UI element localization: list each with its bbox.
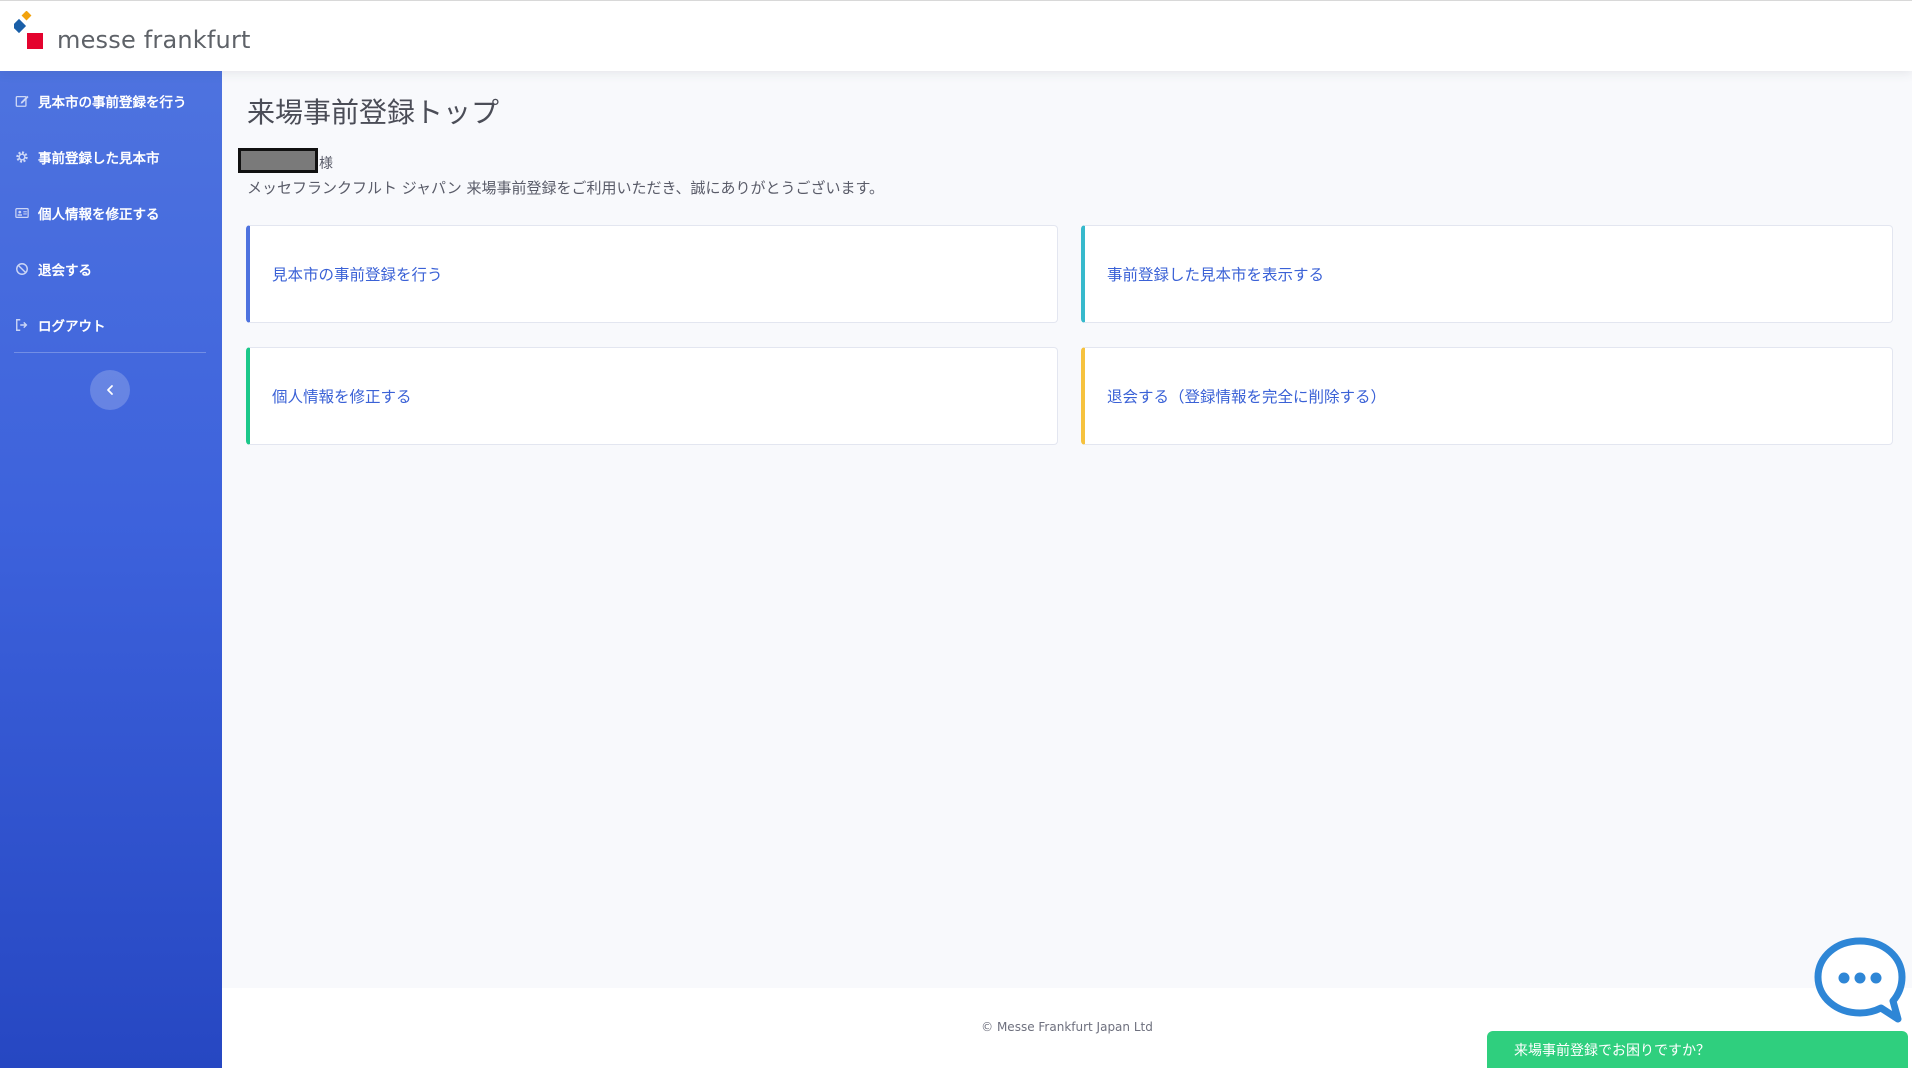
sidebar-item-event-registration[interactable]: 見本市の事前登録を行う	[0, 76, 222, 126]
sidebar-item-label: 個人情報を修正する	[38, 207, 160, 223]
id-card-icon	[14, 205, 30, 221]
card-withdraw[interactable]: 退会する（登録情報を完全に削除する）	[1081, 347, 1893, 445]
ban-icon	[14, 261, 30, 277]
sidebar-item-edit-profile[interactable]: 個人情報を修正する	[0, 188, 222, 238]
sidebar-item-label: 退会する	[38, 263, 92, 279]
sidebar-toggle-button[interactable]	[90, 370, 130, 410]
chat-bubble-icon[interactable]	[1812, 935, 1908, 1031]
gear-icon	[14, 149, 30, 165]
chat-help-button[interactable]: 来場事前登録でお困りですか？	[1487, 1031, 1908, 1068]
card-view-registered-events[interactable]: 事前登録した見本市を表示する	[1081, 225, 1893, 323]
honorific-label: 様	[319, 156, 333, 172]
edit-icon	[14, 93, 30, 109]
top-navbar: messe frankfurt	[0, 0, 1912, 71]
welcome-message: メッセフランクフルト ジャパン 来場事前登録をご利用いただき、誠にありがとうござ…	[247, 179, 884, 197]
sidebar-item-label: 見本市の事前登録を行う	[38, 95, 187, 111]
messe-frankfurt-logo[interactable]	[14, 11, 54, 53]
chevron-left-icon	[107, 385, 113, 395]
card-event-registration[interactable]: 見本市の事前登録を行う	[246, 225, 1058, 323]
sidebar-item-logout[interactable]: ログアウト	[0, 300, 222, 350]
sidebar-item-label: 事前登録した見本市	[38, 151, 160, 167]
sidebar: 見本市の事前登録を行う 事前登録した見本市 個人情報を修正する 退会する ログア…	[0, 71, 222, 1068]
redacted-user-name	[238, 148, 318, 173]
sign-out-icon	[14, 317, 30, 333]
page-title: 来場事前登録トップ	[247, 96, 500, 129]
sidebar-item-withdraw[interactable]: 退会する	[0, 244, 222, 294]
card-edit-profile[interactable]: 個人情報を修正する	[246, 347, 1058, 445]
sidebar-item-registered-events[interactable]: 事前登録した見本市	[0, 132, 222, 182]
main-content: 来場事前登録トップ 様 メッセフランクフルト ジャパン 来場事前登録をご利用いた…	[222, 71, 1912, 988]
sidebar-item-label: ログアウト	[38, 319, 106, 335]
sidebar-divider	[14, 352, 206, 353]
brand-name[interactable]: messe frankfurt	[57, 26, 251, 54]
